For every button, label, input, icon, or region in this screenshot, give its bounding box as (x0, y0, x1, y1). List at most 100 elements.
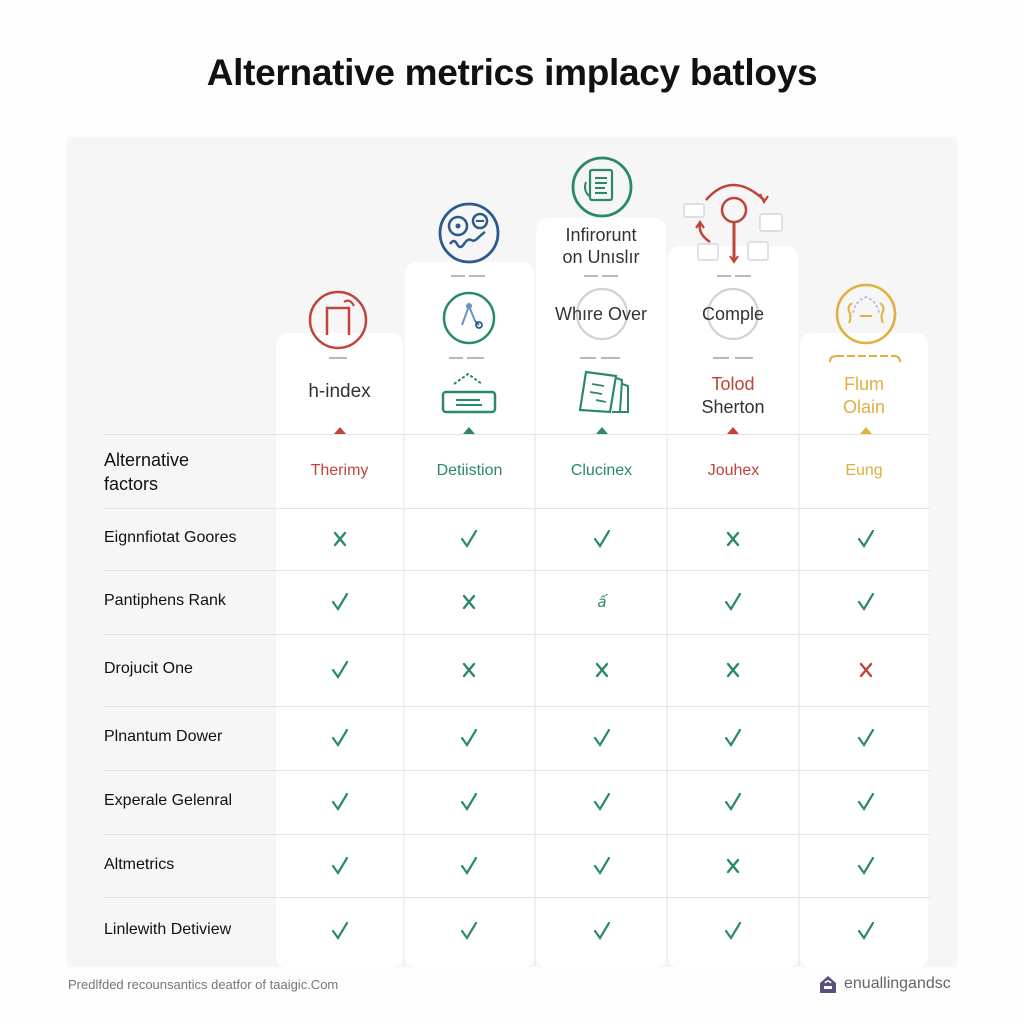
divider-dash (713, 357, 729, 359)
check-icon (593, 921, 611, 941)
row-label: Drojucit One (104, 660, 193, 677)
divider-dash (717, 275, 731, 277)
cross-icon (726, 662, 740, 678)
row-divider (104, 834, 930, 835)
check-icon (857, 529, 875, 549)
check-icon (724, 921, 742, 941)
column-subheader-2[interactable]: Detiistion (404, 458, 535, 484)
divider-dash (580, 357, 596, 359)
document-icon (571, 156, 633, 218)
divider-dash (469, 275, 485, 277)
cross-icon (726, 531, 740, 547)
column-divider (535, 434, 536, 967)
check-icon (460, 792, 478, 812)
cross-icon (462, 662, 476, 678)
check-icon (460, 728, 478, 748)
divider-dash (601, 357, 620, 359)
cross-icon (726, 858, 740, 873)
partial-icon: ấ (597, 593, 608, 611)
divider-dash (467, 357, 484, 359)
check-icon (331, 592, 349, 612)
face-icon (438, 202, 500, 264)
row-divider (104, 706, 930, 707)
divider-dash (735, 357, 753, 359)
row-divider (104, 770, 930, 771)
svg-text:ấ: ấ (597, 593, 608, 611)
check-icon (460, 856, 478, 875)
column-title-5-line-1[interactable]: Flum (800, 372, 928, 396)
row-label: Pantiphens Rank (104, 592, 226, 609)
column-subtitle-4-line-1: Tolod (711, 373, 755, 394)
check-icon (331, 728, 349, 748)
page-title: Alternative metrics implacy batloys (206, 52, 818, 93)
column-title-3[interactable]: Whıre Over (536, 302, 666, 326)
column-subheader-3[interactable]: Clucinex (536, 458, 667, 484)
footer-brand-text: enuallingandsc (844, 975, 951, 992)
check-icon (724, 592, 742, 612)
check-icon (724, 728, 742, 748)
column-title-5-line-2[interactable]: Olain (800, 395, 928, 419)
divider-dash (735, 275, 751, 277)
row-label: Altmetrics (104, 855, 175, 873)
row-label: Experale Gelenral (104, 792, 233, 809)
check-icon (460, 921, 478, 941)
cross-icon (595, 662, 609, 678)
check-icon (724, 792, 742, 812)
check-icon (460, 529, 478, 549)
divider-dash (451, 275, 465, 277)
row-divider (104, 897, 930, 898)
column-top-label-line-1: Infirorunt (565, 224, 637, 245)
papers-icon (578, 370, 629, 414)
footer-credit: Predlfded recounsantics deatfor of taaig… (68, 977, 339, 992)
check-icon (593, 728, 611, 748)
row-label: Linlewith Detiview (104, 921, 232, 938)
row-label: Eignnfiotat Goores (104, 529, 237, 546)
column-divider (799, 434, 800, 967)
row-divider (104, 434, 930, 435)
row-divider (104, 634, 930, 635)
column-subheader-5[interactable]: Eung (800, 458, 928, 484)
check-icon (593, 529, 611, 549)
divider-dash (602, 275, 618, 277)
footer-brand[interactable]: enuallingandsc (818, 974, 951, 994)
table-header-label-line-1: Alternative (104, 450, 190, 470)
divider-dash (449, 357, 463, 359)
check-icon (331, 792, 349, 812)
row-label: Plnantum Dower (104, 728, 223, 745)
column-title-4[interactable]: Comple (668, 302, 798, 326)
row-divider (104, 508, 930, 509)
check-icon (331, 921, 349, 941)
check-icon (593, 856, 611, 875)
divider-dash (329, 357, 347, 359)
column-divider (403, 434, 404, 967)
bracket-divider (829, 355, 901, 363)
check-icon (857, 728, 875, 748)
sort-indicator[interactable] (596, 427, 608, 434)
divider-dash (584, 275, 598, 277)
bracket-arrow-icon (308, 290, 368, 350)
column-subtitle-4-line-2: Sherton (701, 396, 765, 417)
house-logo-icon (820, 976, 836, 993)
check-icon (331, 660, 349, 680)
check-icon (857, 792, 875, 812)
check-icon (857, 856, 875, 875)
table-header-label-line-2: factors (104, 474, 159, 494)
keyboard-icon (441, 372, 497, 414)
magnifier-cycle-icon (683, 183, 783, 264)
wave-head-icon (835, 283, 897, 345)
column-subheader-1[interactable]: Therimy (276, 458, 403, 484)
sort-indicator[interactable] (727, 427, 739, 434)
check-icon (593, 792, 611, 812)
check-icon (331, 856, 349, 875)
sort-indicator[interactable] (860, 427, 872, 434)
column-title-h-index[interactable]: h-index (276, 378, 403, 404)
sort-indicator[interactable] (463, 427, 475, 434)
column-divider (667, 434, 668, 967)
column-subheader-4[interactable]: Jouhex (668, 458, 799, 484)
cross-icon (462, 594, 476, 610)
check-icon (857, 921, 875, 941)
column-top-label-line-2: on Unıslır (562, 246, 640, 267)
cross-icon (859, 662, 873, 678)
sort-indicator[interactable] (334, 427, 346, 434)
network-icon (442, 291, 496, 345)
